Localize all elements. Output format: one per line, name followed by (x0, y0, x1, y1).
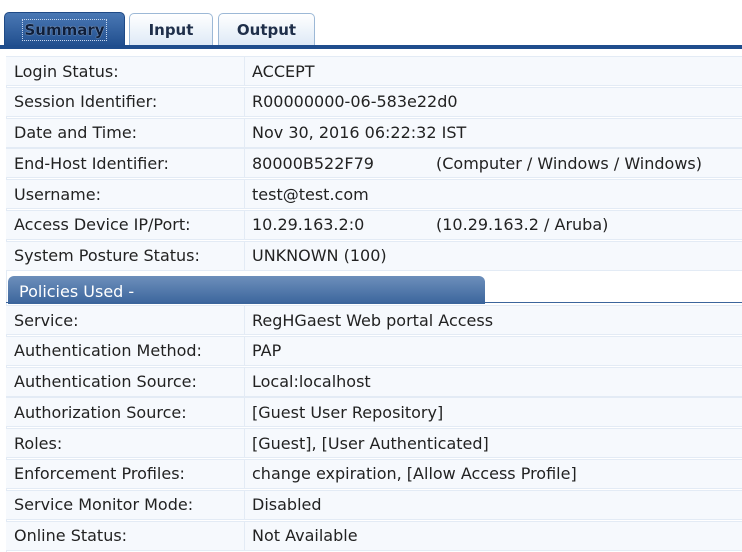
value-text: Local:localhost (252, 372, 371, 392)
tab-input-label: Input (148, 21, 194, 39)
tab-input[interactable]: Input (129, 13, 213, 46)
row-value: 80000B522F79 (Computer / Windows / Windo… (244, 149, 742, 178)
row-label: Username: (14, 184, 101, 204)
row-value: Disabled (244, 490, 742, 519)
value-text: Not Available (252, 526, 358, 546)
table-row: Roles: [Guest], [User Authenticated] (6, 428, 742, 459)
row-value: test@test.com (244, 180, 742, 209)
row-value: [Guest User Repository] (244, 398, 742, 427)
row-value: 10.29.163.2:0 (10.29.163.2 / Aruba) (244, 210, 742, 239)
tab-bar-underline (0, 45, 742, 49)
value-text: R00000000-06-583e22d0 (252, 92, 458, 112)
row-value: Local:localhost (244, 367, 742, 396)
row-label: Session Identifier: (14, 92, 158, 112)
tab-output[interactable]: Output (218, 13, 315, 46)
value-text: RegHGaest Web portal Access (252, 310, 494, 330)
value-text: PAP (252, 341, 282, 361)
row-label: Authentication Method: (14, 341, 202, 361)
tab-bar: Summary Input Output (0, 0, 742, 50)
row-label: Service: (14, 310, 79, 330)
policies-used-title: Policies Used - (19, 282, 135, 301)
row-label: Login Status: (14, 61, 119, 81)
row-value: UNKNOWN (100) (244, 241, 742, 270)
value-text: change expiration, [Allow Access Profile… (252, 464, 577, 484)
value-extra: (10.29.163.2 / Aruba) (436, 215, 609, 235)
tab-output-label: Output (236, 21, 297, 39)
table-row: Authentication Source: Local:localhost (6, 366, 742, 397)
row-value: Not Available (244, 521, 742, 550)
policies-table: Service: RegHGaest Web portal Access Aut… (6, 305, 742, 551)
row-value: RegHGaest Web portal Access (244, 306, 742, 334)
table-row: Authentication Method: PAP (6, 335, 742, 366)
value-text: [Guest], [User Authenticated] (252, 433, 489, 453)
row-value: R00000000-06-583e22d0 (244, 87, 742, 116)
tab-summary[interactable]: Summary (4, 12, 125, 47)
value-text: UNKNOWN (100) (252, 246, 387, 266)
value-extra: (Computer / Windows / Windows) (436, 153, 702, 173)
row-value: PAP (244, 336, 742, 365)
value-text: 10.29.163.2:0 (252, 215, 365, 235)
table-row: Login Status: ACCEPT (6, 56, 742, 86)
table-row: Date and Time: Nov 30, 2016 06:22:32 IST (6, 117, 742, 148)
row-label: End-Host Identifier: (14, 153, 169, 173)
table-row: Enforcement Profiles: change expiration,… (6, 458, 742, 489)
row-label: Service Monitor Mode: (14, 495, 194, 515)
table-row: Access Device IP/Port: 10.29.163.2:0 (10… (6, 209, 742, 240)
value-text: Disabled (252, 495, 322, 515)
row-value: [Guest], [User Authenticated] (244, 429, 742, 458)
value-text: test@test.com (252, 184, 369, 204)
value-text: Nov 30, 2016 06:22:32 IST (252, 123, 467, 143)
table-row: System Posture Status: UNKNOWN (100) (6, 240, 742, 271)
summary-table: Login Status: ACCEPT Session Identifier:… (6, 56, 742, 272)
table-row: Authorization Source: [Guest User Reposi… (6, 397, 742, 428)
row-value: Nov 30, 2016 06:22:32 IST (244, 118, 742, 147)
row-label: Access Device IP/Port: (14, 215, 191, 235)
row-label: System Posture Status: (14, 246, 200, 266)
row-label: Date and Time: (14, 123, 138, 143)
row-label: Online Status: (14, 526, 128, 546)
row-label: Authentication Source: (14, 372, 197, 392)
tab-summary-label: Summary (22, 19, 107, 41)
table-row: Online Status: Not Available (6, 520, 742, 551)
table-row: Username: test@test.com (6, 179, 742, 210)
table-row: Service: RegHGaest Web portal Access (6, 305, 742, 335)
value-text: ACCEPT (252, 61, 315, 81)
section-divider (6, 302, 742, 303)
value-text: [Guest User Repository] (252, 402, 444, 422)
row-label: Authorization Source: (14, 402, 187, 422)
row-value: ACCEPT (244, 57, 742, 85)
row-label: Enforcement Profiles: (14, 464, 185, 484)
policies-used-header[interactable]: Policies Used - (8, 276, 485, 304)
value-text: 80000B522F79 (252, 153, 374, 173)
table-row: Service Monitor Mode: Disabled (6, 489, 742, 520)
row-value: change expiration, [Allow Access Profile… (244, 459, 742, 488)
table-row: End-Host Identifier: 80000B522F79 (Compu… (6, 148, 742, 179)
row-label: Roles: (14, 433, 63, 453)
table-row: Session Identifier: R00000000-06-583e22d… (6, 86, 742, 117)
